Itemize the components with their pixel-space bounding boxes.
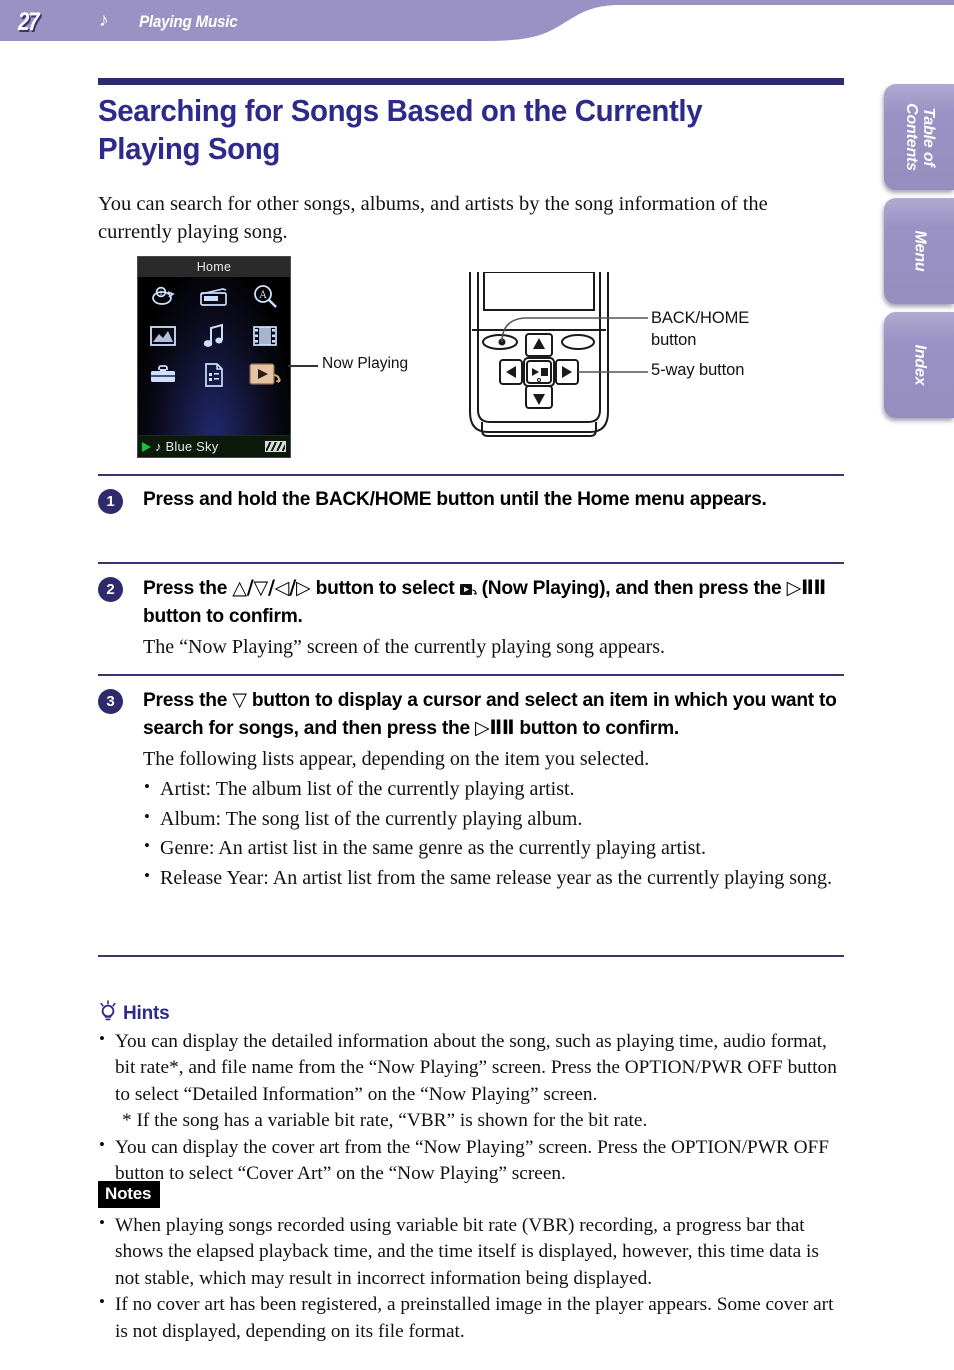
step-3-heading: Press the ▽ button to display a cursor a… bbox=[143, 686, 846, 743]
now-playing-glyph bbox=[459, 576, 477, 603]
step-3-text-d: button to confirm. bbox=[514, 718, 679, 740]
list-item: You can display the cover art from the “… bbox=[98, 1133, 846, 1188]
callout-now-playing: Now Playing bbox=[322, 355, 409, 372]
page-number: 27 bbox=[18, 8, 40, 36]
page-header: 27 ♪ Playing Music bbox=[0, 0, 954, 47]
step-1-heading: Press and hold the BACK/HOME button unti… bbox=[143, 489, 767, 510]
intro-paragraph: You can search for other songs, albums, … bbox=[98, 193, 768, 244]
tab-label-menu: Menu bbox=[911, 230, 929, 272]
divider bbox=[98, 474, 844, 476]
step-2-heading: Press the △/▽/◁/▷ button to select (Now … bbox=[143, 574, 846, 631]
hints-footnote: * If the song has a variable bit rate, “… bbox=[122, 1110, 648, 1132]
step-3-subtext: The following lists appear, depending on… bbox=[143, 747, 650, 770]
step-2-text-a: Press the bbox=[143, 578, 233, 599]
list-item: When playing songs recorded using variab… bbox=[98, 1211, 846, 1292]
sidebar-item-table-of-contents[interactable]: Table of Contents bbox=[884, 84, 954, 190]
video-icon bbox=[248, 321, 282, 351]
step-3-bullet-list: Artist: The album list of the currently … bbox=[143, 774, 846, 894]
step-number-badge: 1 bbox=[98, 489, 123, 514]
divider bbox=[98, 562, 844, 564]
player-button-diagram bbox=[462, 271, 802, 457]
tab-label-index: Index bbox=[911, 344, 929, 386]
list-item: Genre: An artist list in the same genre … bbox=[143, 833, 846, 864]
sidebar-item-index[interactable]: Index bbox=[884, 312, 954, 418]
device-song-title: Blue Sky bbox=[165, 439, 219, 454]
settings-toolbox-icon bbox=[146, 360, 180, 390]
step-2-text-c: (Now Playing), and then press the bbox=[476, 578, 787, 599]
list-item: If no cover art has been registered, a p… bbox=[98, 1290, 846, 1345]
podcast-icon: i bbox=[146, 282, 180, 312]
hints-label: Hints bbox=[123, 1002, 170, 1024]
notes-list: When playing songs recorded using variab… bbox=[98, 1211, 846, 1345]
list-item: Artist: The album list of the currently … bbox=[143, 774, 846, 805]
home-icon-grid: i A bbox=[138, 277, 290, 395]
music-note-icon: ♪ bbox=[99, 10, 109, 31]
list-item: Release Year: An artist list from the sa… bbox=[143, 863, 846, 894]
play-pause-glyph: ▷ⅡⅡ bbox=[474, 716, 515, 740]
list-item: Album: The song list of the currently pl… bbox=[143, 804, 846, 835]
lightbulb-icon bbox=[98, 1000, 118, 1027]
device-status-bar: ♪ Blue Sky bbox=[138, 435, 290, 457]
now-playing-icon bbox=[248, 360, 282, 390]
playlist-icon bbox=[197, 360, 231, 390]
hints-list: You can display the detailed information… bbox=[98, 1027, 846, 1188]
play-icon bbox=[142, 441, 151, 452]
title-rule bbox=[98, 78, 844, 85]
music-note-icon: ♪ bbox=[155, 438, 162, 454]
header-section-title: Playing Music bbox=[139, 12, 238, 31]
play-pause-glyph: ▷ⅡⅡ bbox=[786, 576, 827, 599]
svg-text:A: A bbox=[258, 290, 267, 301]
step-2-text-d: button to confirm. bbox=[143, 606, 303, 628]
divider bbox=[98, 955, 844, 957]
music-icon bbox=[197, 321, 231, 351]
step-number-badge: 2 bbox=[98, 577, 123, 602]
step-2-text-b: button to select bbox=[310, 578, 460, 599]
notes-badge: Notes bbox=[98, 1181, 161, 1208]
photo-icon bbox=[146, 321, 180, 351]
callout-back-home-button: BACK/HOME button bbox=[651, 309, 750, 350]
device-screen-title: Home bbox=[138, 257, 290, 277]
search-icon: A bbox=[248, 282, 282, 312]
page-title: Searching for Songs Based on the Current… bbox=[98, 93, 703, 167]
dpad-directions-glyph: △/▽/◁/▷ bbox=[232, 576, 311, 599]
step-number-badge: 3 bbox=[98, 689, 123, 714]
callout-leader-line-now-playing bbox=[288, 365, 318, 367]
sidebar-item-menu[interactable]: Menu bbox=[884, 198, 954, 304]
list-item: You can display the detailed information… bbox=[98, 1027, 846, 1108]
side-tab-group: Table of Contents Menu Index bbox=[880, 0, 954, 430]
tab-label-table-of-contents: Table of Contents bbox=[903, 103, 937, 171]
step-3: 3 Press the ▽ button to display a cursor… bbox=[98, 686, 846, 893]
divider bbox=[98, 674, 844, 676]
battery-full-icon bbox=[265, 441, 286, 452]
step-2-subtext: The “Now Playing” screen of the currentl… bbox=[143, 635, 666, 658]
hints-heading: Hints bbox=[98, 1000, 170, 1027]
step-1: 1 Press and hold the BACK/HOME button un… bbox=[98, 486, 846, 514]
dpad-down-glyph: ▽ bbox=[232, 688, 247, 711]
step-3-text-a: Press the bbox=[143, 690, 233, 711]
callout-5way-button: 5-way button bbox=[651, 361, 745, 379]
step-2: 2 Press the △/▽/◁/▷ button to select (No… bbox=[98, 574, 846, 661]
fm-radio-icon bbox=[197, 282, 231, 312]
device-screen-illustration: Home i A Now Playing ♪ Blue Sky bbox=[137, 256, 291, 458]
